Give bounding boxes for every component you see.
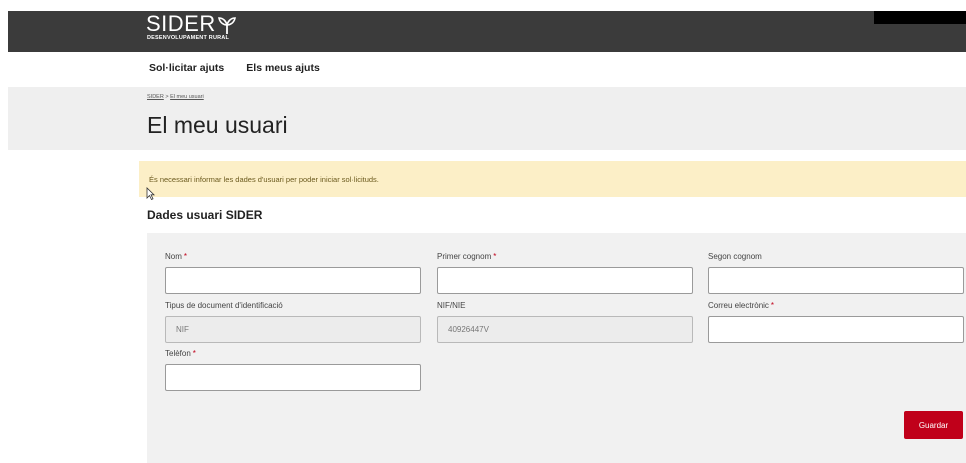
logo-text: SIDER	[146, 11, 216, 36]
required-marker: *	[770, 301, 775, 310]
first-surname-label: Primer cognom *	[437, 252, 496, 261]
name-label: Nom *	[165, 252, 187, 261]
phone-label-text: Telèfon	[165, 349, 191, 358]
name-label-text: Nom	[165, 252, 182, 261]
required-marker: *	[183, 252, 188, 261]
user-data-form: Nom * Primer cognom * Segon cognom Tipus d…	[147, 233, 966, 463]
logo-subtitle: DESENVOLUPAMENT RURAL	[147, 35, 230, 41]
required-marker: *	[192, 349, 196, 358]
document-type-label: Tipus de document d'identificació	[165, 301, 283, 310]
alert-message: És necessari informar les dades d'usuari…	[149, 175, 379, 184]
email-label-text: Correu electrònic	[708, 301, 769, 310]
warning-alert: És necessari informar les dades d'usuari…	[139, 161, 966, 197]
email-input[interactable]	[708, 316, 964, 343]
name-input[interactable]	[165, 267, 421, 294]
nif-nie-field: 40926447V	[437, 316, 693, 343]
phone-label: Telèfon *	[165, 349, 196, 358]
breadcrumb-home[interactable]: SIDER	[147, 94, 164, 100]
phone-input[interactable]	[165, 364, 421, 391]
nav-request-aid[interactable]: Sol·licitar ajuts	[149, 62, 224, 74]
second-surname-label-text: Segon cognom	[708, 252, 762, 261]
email-label: Correu electrònic *	[708, 301, 774, 310]
main-nav: Sol·licitar ajuts Els meus ajuts	[149, 62, 320, 74]
nif-nie-label: NIF/NIE	[437, 301, 465, 310]
nav-my-aid[interactable]: Els meus ajuts	[246, 62, 320, 74]
first-surname-label-text: Primer cognom	[437, 252, 492, 261]
redacted-user-area	[874, 11, 966, 24]
save-button[interactable]: Guardar	[904, 411, 963, 439]
document-type-field: NIF	[165, 316, 421, 343]
section-title: Dades usuari SIDER	[147, 208, 263, 222]
sider-logo[interactable]: SIDER DESENVOLUPAMENT RURAL	[146, 11, 237, 41]
breadcrumb-current[interactable]: El meu usuari	[170, 94, 204, 100]
second-surname-label: Segon cognom	[708, 252, 762, 261]
document-type-label-text: Tipus de document d'identificació	[165, 301, 283, 310]
page-title: El meu usuari	[147, 112, 288, 138]
nif-nie-label-text: NIF/NIE	[437, 301, 466, 310]
first-surname-input[interactable]	[437, 267, 693, 294]
second-surname-input[interactable]	[708, 267, 964, 294]
required-marker: *	[493, 252, 497, 261]
breadcrumb: SIDER > El meu usuari	[147, 94, 204, 100]
mouse-cursor-icon	[146, 187, 155, 205]
